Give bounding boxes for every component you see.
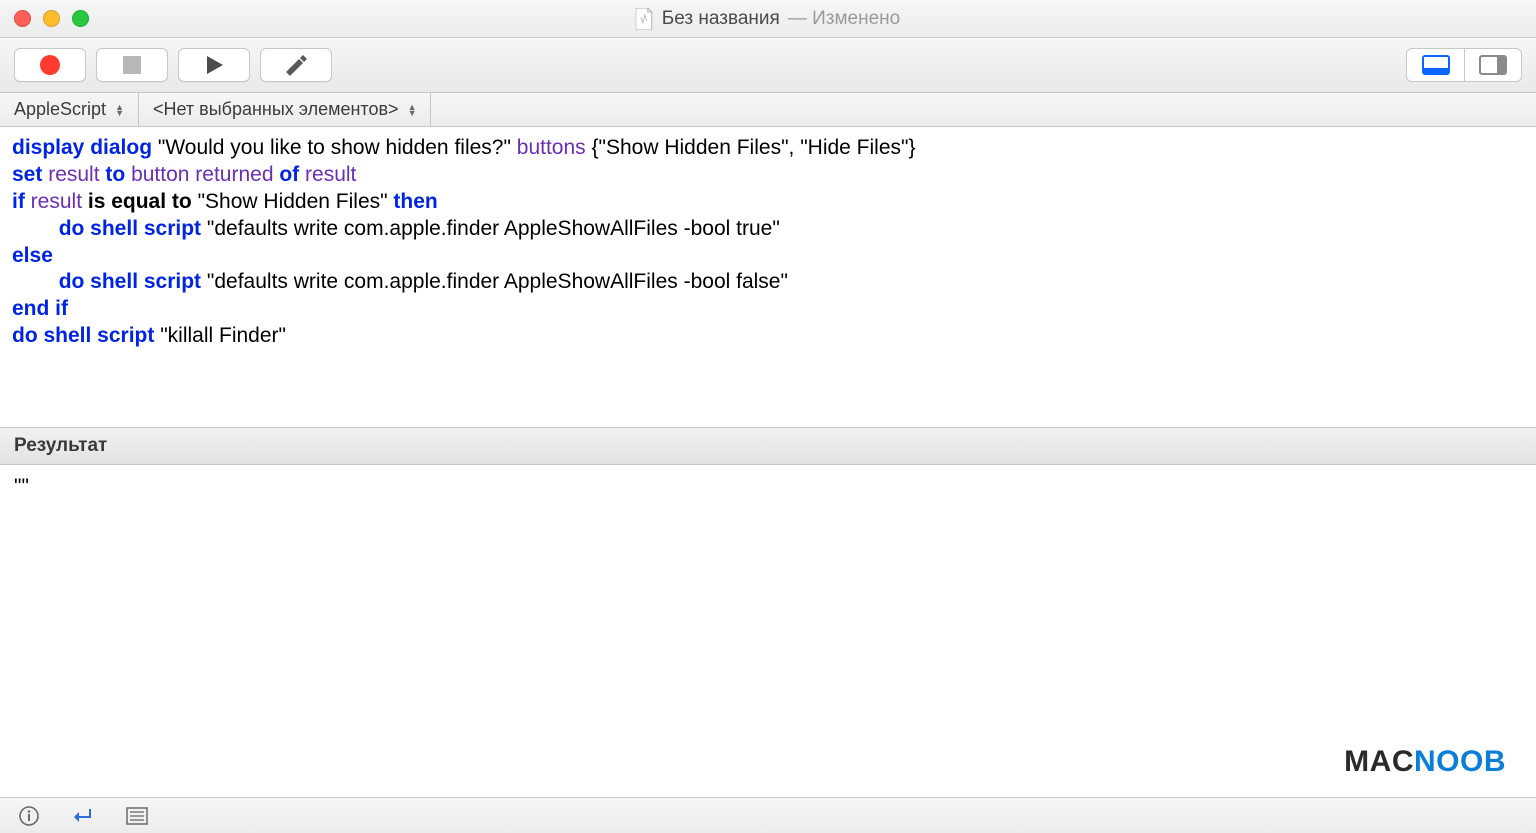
toolbar [0,38,1536,93]
code-token: display dialog [12,136,152,159]
language-label: AppleScript [14,99,106,120]
chevron-up-down-icon: ▲▼ [408,104,417,116]
minimize-window-button[interactable] [43,10,60,27]
view-mode-editor[interactable] [1406,48,1464,82]
code-token: set [12,163,42,186]
results-header-label: Результат [14,435,107,457]
titlebar: Без названия — Изменено [0,0,1536,38]
view-mode-split[interactable] [1464,48,1522,82]
code-token: "killall Finder" [160,324,286,347]
code-token: buttons [517,136,586,159]
code-token: result [31,190,82,213]
close-window-button[interactable] [14,10,31,27]
info-icon[interactable] [18,805,40,827]
watermark-mac: MAC [1344,745,1414,778]
window-title-status: — Изменено [788,8,900,30]
list-icon[interactable] [126,807,148,825]
code-token: is equal to [88,190,192,213]
code-token: {"Show Hidden Files", "Hide Files"} [592,136,916,159]
navigation-bar: AppleScript ▲▼ <Нет выбранных элементов>… [0,93,1536,127]
code-token: button returned [131,163,273,186]
results-pane[interactable]: "" MACNOOB [0,465,1536,797]
code-token: else [12,244,53,267]
compile-button[interactable] [260,48,332,82]
stop-button[interactable] [96,48,168,82]
code-token: result [305,163,356,186]
window-title: Без названия — Изменено [636,8,900,30]
code-token: then [393,190,437,213]
code-token: do shell script [59,217,201,240]
code-token: "Would you like to show hidden files?" [158,136,511,159]
code-token: "Show Hidden Files" [198,190,388,213]
code-token: "defaults write com.apple.finder AppleSh… [207,270,788,293]
window-title-text: Без названия [662,8,780,30]
status-bar [0,797,1536,833]
watermark-noob: NOOB [1414,745,1506,778]
code-token: of [279,163,299,186]
chevron-up-down-icon: ▲▼ [115,104,124,116]
code-token: to [105,163,125,186]
path-selector[interactable]: <Нет выбранных элементов> ▲▼ [139,93,432,126]
document-icon [636,8,654,30]
results-header: Результат [0,427,1536,465]
path-label: <Нет выбранных элементов> [153,99,399,120]
result-output: "" [14,475,29,498]
code-token: "defaults write com.apple.finder AppleSh… [207,217,780,240]
return-icon[interactable] [72,806,94,826]
code-token: do shell script [59,270,201,293]
language-selector[interactable]: AppleScript ▲▼ [0,93,139,126]
code-token: result [48,163,99,186]
code-token: end if [12,297,68,320]
traffic-lights [14,10,89,27]
code-token: do shell script [12,324,154,347]
record-button[interactable] [14,48,86,82]
maximize-window-button[interactable] [72,10,89,27]
code-editor[interactable]: display dialog "Would you like to show h… [0,127,1536,427]
view-mode-segmented [1406,48,1522,82]
run-button[interactable] [178,48,250,82]
code-token: if [12,190,25,213]
watermark: MACNOOB [1344,745,1506,779]
